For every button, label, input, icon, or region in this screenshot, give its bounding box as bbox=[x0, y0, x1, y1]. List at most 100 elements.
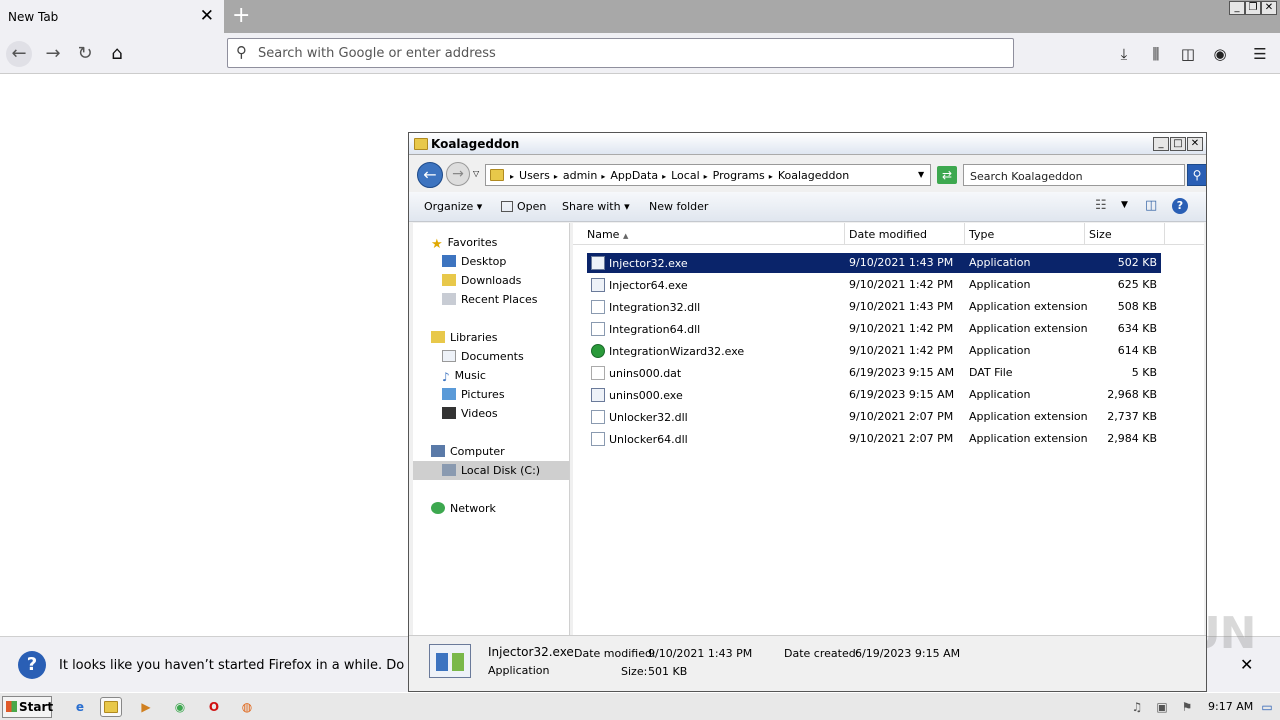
refresh-icon[interactable]: ⇄ bbox=[937, 166, 957, 184]
detail-file-name: Injector32.exe bbox=[488, 645, 574, 659]
nav-music-label: Music bbox=[454, 369, 486, 382]
restore-window-button[interactable]: ❐ bbox=[1245, 1, 1261, 15]
table-row[interactable]: Injector32.exe 9/10/2021 1:43 PM Applicati… bbox=[587, 253, 1161, 273]
table-row[interactable]: Integration32.dll 9/10/2021 1:43 PM Applic… bbox=[587, 297, 1161, 317]
url-placeholder: Search with Google or enter address bbox=[258, 46, 496, 61]
view-options-icon[interactable]: ☷ bbox=[1095, 198, 1107, 213]
breadcrumb-segment[interactable]: Users bbox=[519, 169, 550, 182]
forward-button[interactable]: → bbox=[446, 162, 470, 186]
column-name-header[interactable]: Name ▲ bbox=[583, 223, 845, 245]
nav-network[interactable]: Network bbox=[431, 502, 496, 515]
firefox-icon[interactable]: ◍ bbox=[236, 697, 258, 717]
reload-icon[interactable]: ↻ bbox=[72, 41, 98, 67]
downloads-icon[interactable]: ⤓ bbox=[1113, 43, 1135, 65]
volume-icon[interactable]: ♫ bbox=[1126, 697, 1148, 717]
recent-pages-chevron-icon[interactable]: ▽ bbox=[473, 169, 479, 178]
table-row[interactable]: Unlocker32.dll 9/10/2021 2:07 PM Applicati… bbox=[587, 407, 1161, 427]
library-icon[interactable]: ⫼ bbox=[1145, 43, 1167, 65]
preview-pane-icon[interactable]: ◫ bbox=[1145, 198, 1157, 213]
close-window-button[interactable]: ✕ bbox=[1261, 1, 1277, 15]
clock[interactable]: 9:17 AM bbox=[1208, 700, 1253, 713]
close-tab-icon[interactable]: ✕ bbox=[200, 6, 214, 26]
start-label: Start bbox=[19, 700, 54, 714]
breadcrumb-segment[interactable]: admin bbox=[563, 169, 597, 182]
explorer-maximize-button[interactable]: □ bbox=[1170, 137, 1186, 151]
breadcrumb[interactable]: ▸ Users ▸ admin ▸ AppData ▸ Local ▸ Programs ▸ Koal… bbox=[485, 164, 931, 186]
menu-icon[interactable]: ☰ bbox=[1249, 43, 1271, 65]
table-row[interactable]: Injector64.exe 9/10/2021 1:42 PM Applicati… bbox=[587, 275, 1161, 295]
nav-pictures[interactable]: Pictures bbox=[442, 388, 505, 401]
table-row[interactable]: unins000.dat 6/19/2023 9:15 AM DAT File 5 K… bbox=[587, 363, 1161, 383]
network-tray-icon[interactable]: ▣ bbox=[1151, 697, 1173, 717]
account-icon[interactable]: ◉ bbox=[1209, 43, 1231, 65]
breadcrumb-separator-icon[interactable]: ▸ bbox=[510, 172, 514, 181]
breadcrumb-separator-icon[interactable]: ▸ bbox=[769, 172, 773, 181]
table-row[interactable]: Integration64.dll 9/10/2021 1:42 PM Applic… bbox=[587, 319, 1161, 339]
nav-computer[interactable]: Computer bbox=[431, 445, 505, 458]
action-center-flag-icon[interactable]: ⚑ bbox=[1176, 697, 1198, 717]
start-button[interactable]: Start bbox=[2, 696, 54, 718]
chrome-icon[interactable]: ◉ bbox=[169, 697, 191, 717]
breadcrumb-segment[interactable]: Programs bbox=[713, 169, 765, 182]
table-row[interactable]: Unlocker64.dll 9/10/2021 2:07 PM Applicati… bbox=[587, 429, 1161, 449]
breadcrumb-separator-icon[interactable]: ▸ bbox=[704, 172, 708, 181]
nav-libraries[interactable]: Libraries bbox=[431, 331, 498, 344]
breadcrumb-segment[interactable]: Koalageddon bbox=[778, 169, 849, 182]
column-size-header[interactable]: Size bbox=[1085, 223, 1165, 245]
breadcrumb-segment[interactable]: Local bbox=[671, 169, 700, 182]
nav-desktop[interactable]: Desktop bbox=[442, 255, 506, 268]
table-row[interactable]: IntegrationWizard32.exe 9/10/2021 1:42 PM… bbox=[587, 341, 1161, 361]
file-name-cell: Injector64.exe bbox=[591, 278, 688, 292]
open-button[interactable]: Open bbox=[501, 200, 546, 213]
nav-local-disk[interactable]: Local Disk (C:) bbox=[413, 461, 569, 480]
tab-new-tab[interactable]: New Tab ✕ bbox=[0, 0, 224, 33]
nav-pictures-label: Pictures bbox=[461, 388, 505, 401]
column-size-label: Size bbox=[1089, 228, 1112, 241]
explorer-close-button[interactable]: ✕ bbox=[1187, 137, 1203, 151]
breadcrumb-separator-icon[interactable]: ▸ bbox=[662, 172, 666, 181]
back-arrow-icon[interactable]: ← bbox=[6, 41, 32, 67]
breadcrumb-separator-icon[interactable]: ▸ bbox=[601, 172, 605, 181]
minimize-window-button[interactable]: _ bbox=[1229, 1, 1245, 15]
show-desktop-icon[interactable]: ▭ bbox=[1258, 697, 1276, 717]
file-size: 625 KB bbox=[1117, 278, 1157, 291]
forward-arrow-icon[interactable]: → bbox=[40, 41, 66, 67]
organize-button[interactable]: Organize ▾ bbox=[424, 200, 482, 213]
opera-icon[interactable]: O bbox=[203, 697, 225, 717]
home-icon[interactable]: ⌂ bbox=[104, 41, 130, 67]
table-row[interactable]: unins000.exe 6/19/2023 9:15 AM Application… bbox=[587, 385, 1161, 405]
file-date: 9/10/2021 1:43 PM bbox=[849, 256, 954, 269]
column-date-header[interactable]: Date modified bbox=[845, 223, 965, 245]
new-folder-button[interactable]: New folder bbox=[649, 200, 708, 213]
nav-downloads[interactable]: Downloads bbox=[442, 274, 521, 287]
nav-music[interactable]: ♪ Music bbox=[442, 369, 486, 384]
view-dropdown-icon[interactable]: ▼ bbox=[1121, 200, 1128, 210]
nav-recent-places[interactable]: Recent Places bbox=[442, 293, 538, 306]
nav-videos[interactable]: Videos bbox=[442, 407, 498, 420]
back-button[interactable]: ← bbox=[417, 162, 443, 188]
nav-documents[interactable]: Documents bbox=[442, 350, 524, 363]
file-list: Name ▲ Date modified Type Size Injector3… bbox=[573, 223, 1204, 635]
videos-icon bbox=[442, 407, 456, 419]
help-icon[interactable]: ? bbox=[1172, 198, 1188, 214]
internet-explorer-icon[interactable]: e bbox=[69, 697, 91, 717]
star-icon: ★ bbox=[431, 237, 443, 252]
nav-favorites[interactable]: ★ Favorites bbox=[431, 236, 498, 252]
explorer-minimize-button[interactable]: _ bbox=[1153, 137, 1169, 151]
address-dropdown-icon[interactable]: ▼ bbox=[918, 170, 924, 179]
breadcrumb-separator-icon[interactable]: ▸ bbox=[554, 172, 558, 181]
new-tab-plus-icon[interactable]: + bbox=[232, 3, 250, 28]
share-with-button[interactable]: Share with ▾ bbox=[562, 200, 630, 213]
nav-downloads-label: Downloads bbox=[461, 274, 522, 287]
breadcrumb-segment[interactable]: AppData bbox=[610, 169, 658, 182]
column-type-header[interactable]: Type bbox=[965, 223, 1085, 245]
search-input[interactable]: Search Koalageddon bbox=[963, 164, 1185, 186]
explorer-taskbar-icon[interactable] bbox=[100, 697, 122, 717]
explorer-title-bar[interactable]: Koalageddon _ □ ✕ bbox=[409, 133, 1206, 155]
media-player-icon[interactable]: ▶ bbox=[135, 697, 157, 717]
file-size: 2,984 KB bbox=[1107, 432, 1157, 445]
sidebar-icon[interactable]: ◫ bbox=[1177, 43, 1199, 65]
search-button-icon[interactable]: ⚲ bbox=[1187, 164, 1206, 186]
url-bar[interactable]: ⚲ Search with Google or enter address bbox=[227, 38, 1014, 68]
nav-favorites-label: Favorites bbox=[447, 236, 498, 249]
